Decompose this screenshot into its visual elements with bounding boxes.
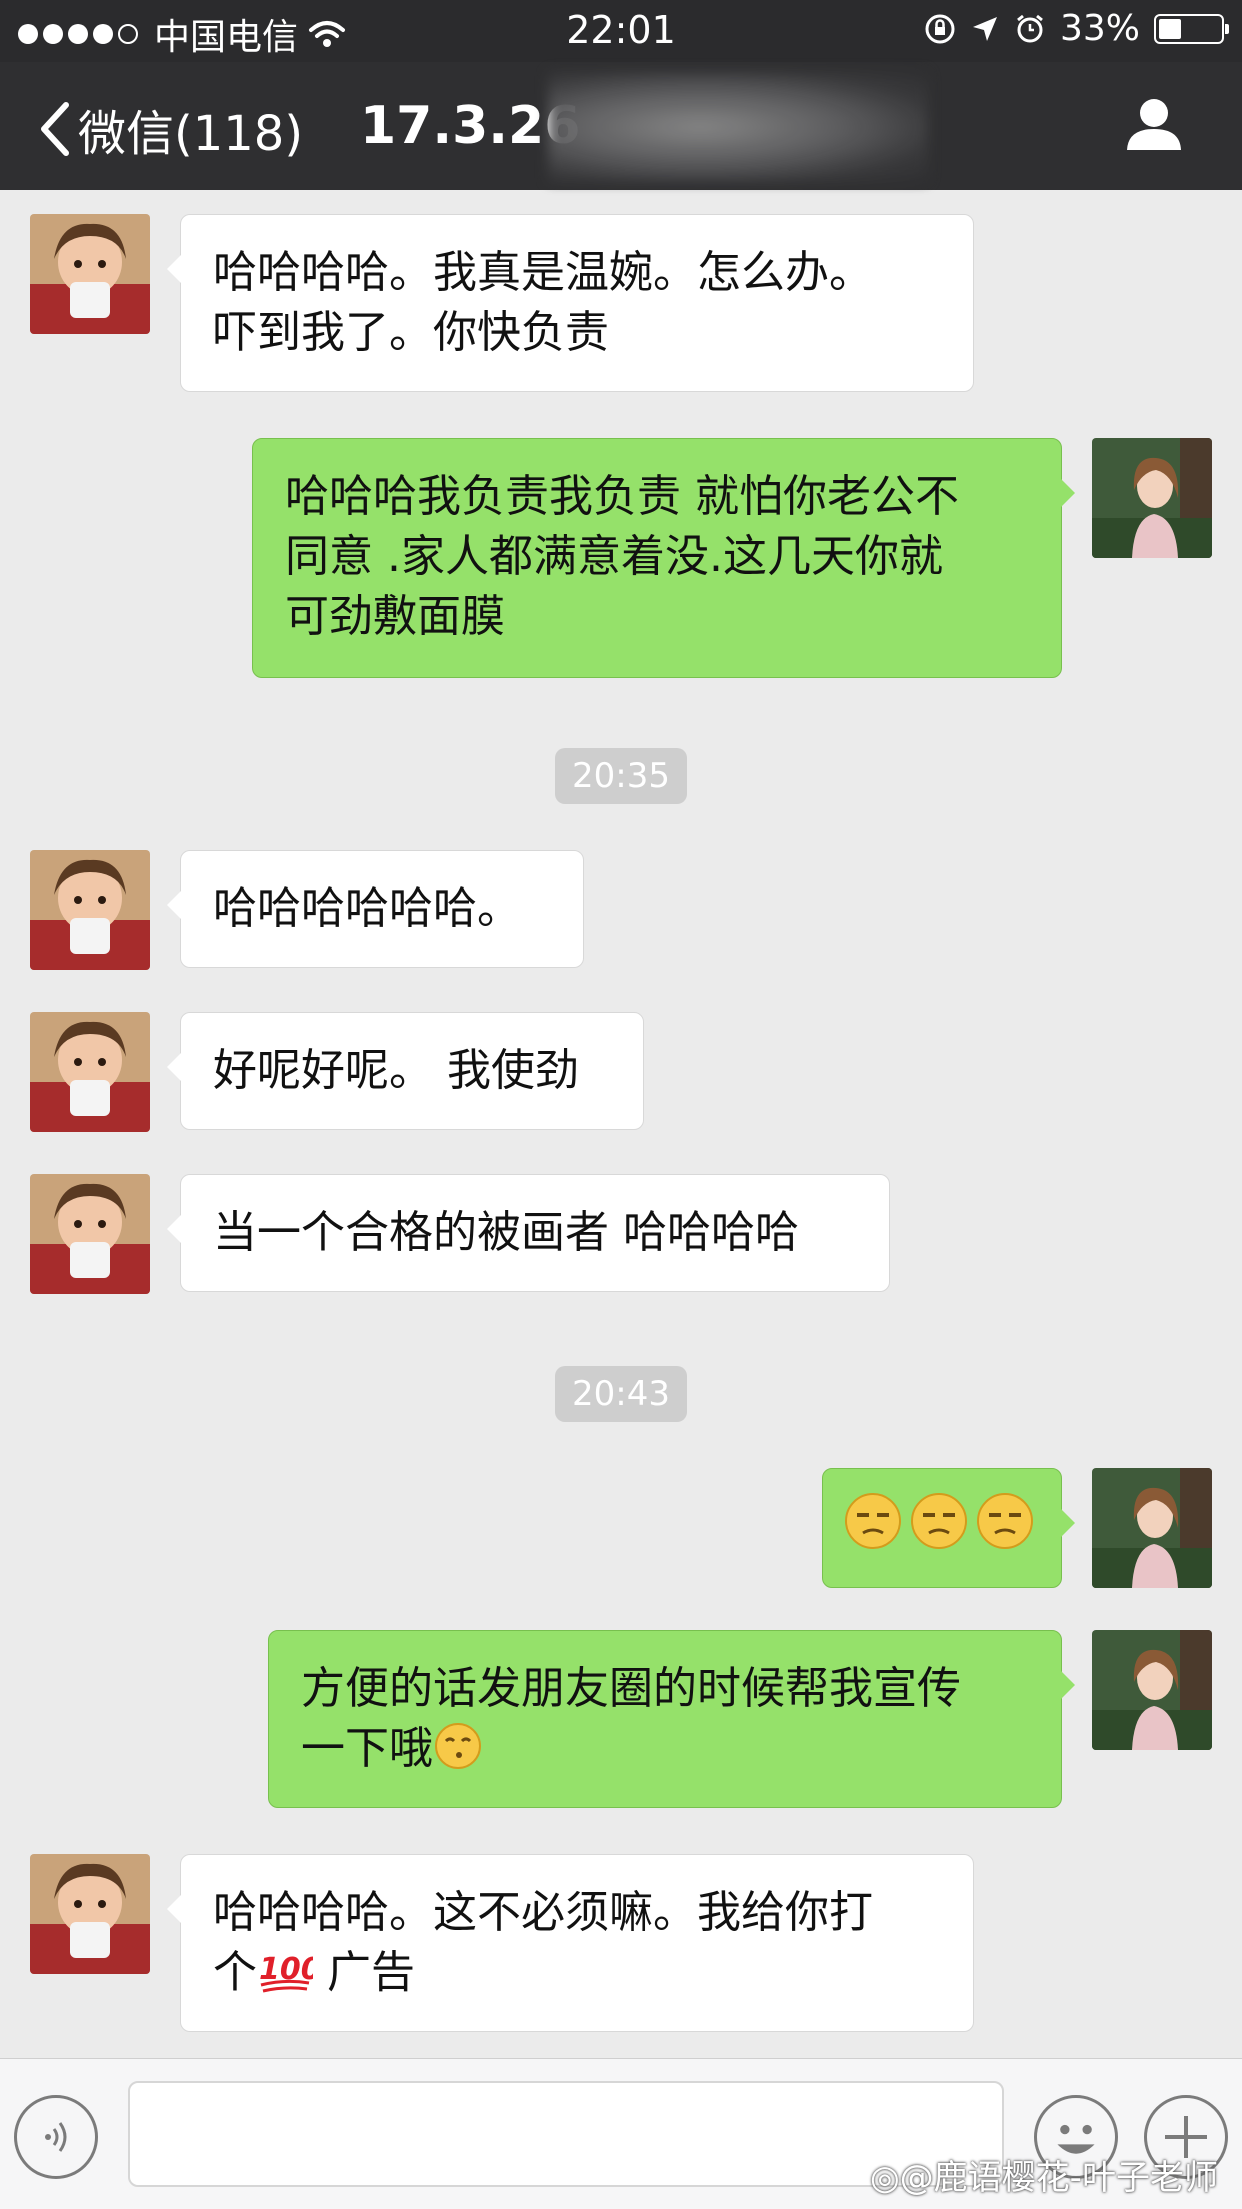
message-line: 个100 广告 — [213, 1943, 945, 2011]
message-line: 哈哈哈我负责我负责 就怕你老公不 — [285, 471, 959, 522]
timestamp: 20:43 — [555, 1366, 687, 1422]
message-line: 哈哈哈哈。我真是温婉。怎么办。 — [213, 247, 873, 298]
contact-avatar[interactable] — [30, 1012, 150, 1132]
voice-icon — [45, 2122, 67, 2152]
back-label: 微信(118) — [78, 106, 304, 162]
message-line: 一下哦 — [301, 1719, 1033, 1787]
message-bubble-outgoing[interactable] — [822, 1468, 1075, 1588]
status-right: 33% — [924, 8, 1229, 49]
message-line: 可劲敷面膜 — [285, 591, 505, 642]
skeptical-face-emoji — [977, 1493, 1033, 1549]
message-line: 哈哈哈哈哈哈。 — [213, 883, 521, 934]
chat-area[interactable]: 哈哈哈哈。我真是温婉。怎么办。 吓到我了。你快负责 哈哈哈我负责我负责 就怕你老… — [0, 190, 1242, 2058]
message-text: 广告 — [313, 1947, 415, 1998]
nav-bar: 微信(118) 17.3.26 — [0, 62, 1242, 190]
message-bubble-incoming[interactable]: 好呢好呢。 我使劲 — [167, 1012, 644, 1130]
message-line: 好呢好呢。 我使劲 — [213, 1045, 579, 1096]
weibo-icon: ◎ — [870, 2158, 900, 2198]
message-text: 一下哦 — [301, 1723, 433, 1774]
message-line: 方便的话发朋友圈的时候帮我宣传 — [301, 1663, 961, 1714]
my-avatar[interactable] — [1092, 438, 1212, 558]
skeptical-face-emoji — [911, 1493, 967, 1549]
contact-avatar[interactable] — [30, 1854, 150, 1974]
chat-info-button[interactable] — [1124, 96, 1184, 156]
skeptical-face-emoji — [845, 1493, 901, 1549]
message-text: 个 — [213, 1947, 257, 1998]
voice-button[interactable] — [14, 2095, 98, 2179]
status-bar: 中国电信 22:01 33% — [0, 0, 1242, 62]
message-line: 同意 .家人都满意着没.这几天你就 — [285, 531, 943, 582]
contact-avatar[interactable] — [30, 214, 150, 334]
message-bubble-incoming[interactable]: 哈哈哈哈。我真是温婉。怎么办。 吓到我了。你快负责 — [167, 214, 974, 392]
my-avatar[interactable] — [1092, 1468, 1212, 1588]
timestamp: 20:35 — [555, 748, 687, 804]
message-bubble-incoming[interactable]: 当一个合格的被画者 哈哈哈哈 — [167, 1174, 890, 1292]
hundred-points-emoji: 100 — [257, 1945, 322, 2011]
watermark-text: @鹿语樱花-叶子老师 — [899, 2158, 1218, 2198]
back-button[interactable]: 微信(118) — [38, 94, 303, 164]
person-icon — [1127, 99, 1181, 150]
message-bubble-incoming[interactable]: 哈哈哈哈哈哈。 — [167, 850, 584, 968]
emoji-row — [843, 1491, 1041, 1551]
battery-percent: 33% — [1059, 8, 1140, 49]
location-arrow-icon — [972, 16, 997, 41]
redaction-blur — [548, 72, 928, 182]
watermark: ◎@鹿语樱花-叶子老师 — [870, 2150, 1218, 2199]
message-line: 吓到我了。你快负责 — [213, 307, 609, 358]
contact-avatar[interactable] — [30, 850, 150, 970]
battery-icon — [1154, 13, 1229, 44]
contact-avatar[interactable] — [30, 1174, 150, 1294]
chevron-left-icon — [41, 102, 69, 156]
rotation-lock-icon — [925, 14, 955, 43]
message-bubble-outgoing[interactable]: 哈哈哈我负责我负责 就怕你老公不 同意 .家人都满意着没.这几天你就 可劲敷面膜 — [252, 438, 1075, 678]
kissing-face-emoji — [433, 1721, 483, 1787]
message-bubble-outgoing[interactable]: 方便的话发朋友圈的时候帮我宣传 一下哦 — [268, 1630, 1075, 1808]
message-bubble-incoming[interactable]: 哈哈哈哈。这不必须嘛。我给你打 个100 广告 — [167, 1854, 974, 2032]
alarm-icon — [1017, 14, 1043, 42]
message-line: 哈哈哈哈。这不必须嘛。我给你打 — [213, 1887, 873, 1938]
message-line: 当一个合格的被画者 哈哈哈哈 — [213, 1207, 799, 1258]
my-avatar[interactable] — [1092, 1630, 1212, 1750]
